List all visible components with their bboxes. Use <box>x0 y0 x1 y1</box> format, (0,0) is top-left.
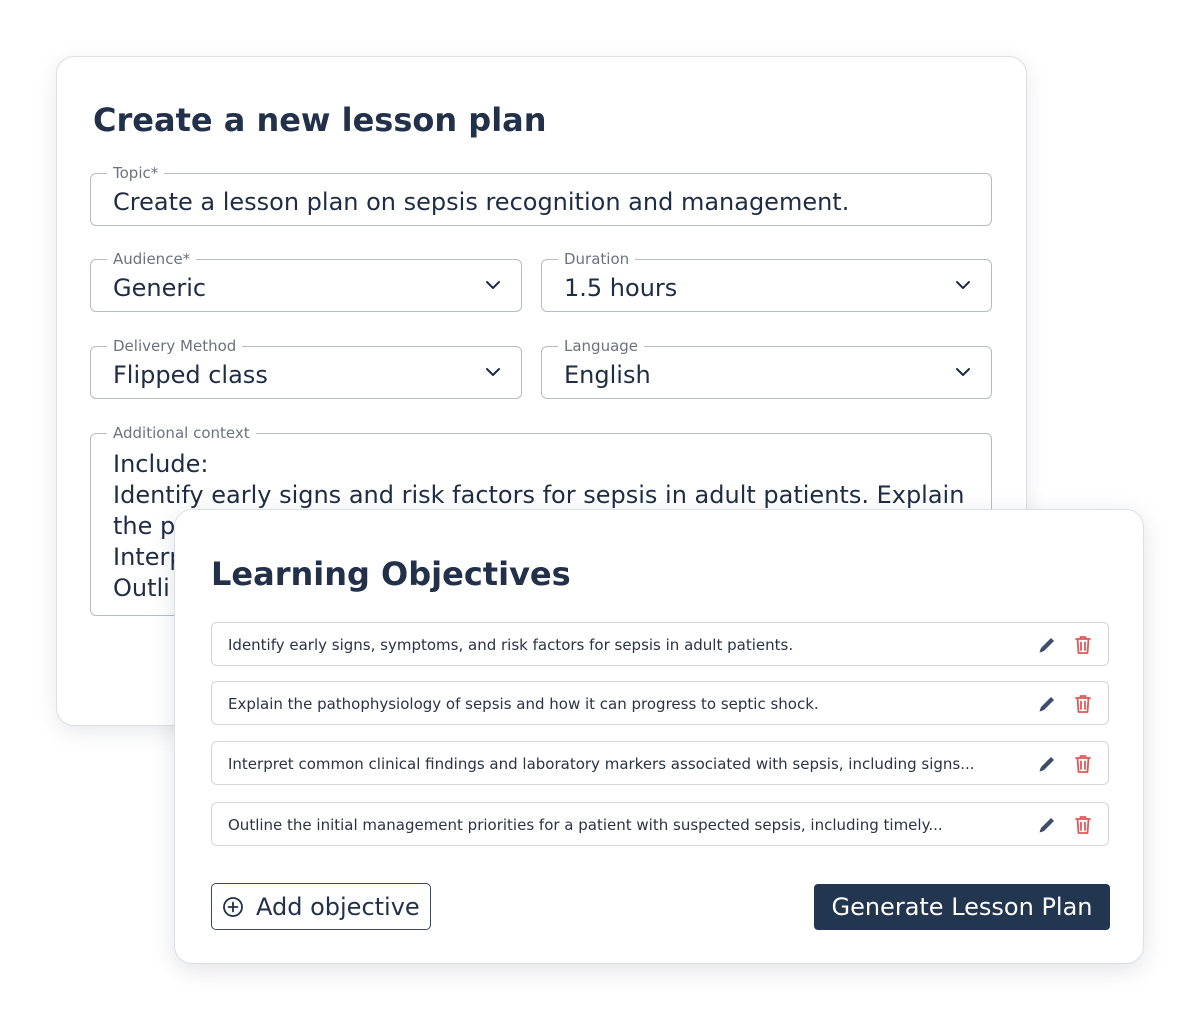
duration-value[interactable]: 1.5 hours <box>564 273 677 303</box>
additional-context-label: Additional context <box>107 424 256 442</box>
pencil-icon[interactable] <box>1036 634 1058 656</box>
generate-lesson-plan-button[interactable]: Generate Lesson Plan <box>814 884 1110 930</box>
trash-icon[interactable] <box>1072 814 1094 836</box>
chevron-down-icon[interactable] <box>955 366 971 378</box>
language-value[interactable]: English <box>564 360 651 390</box>
objectives-title: Learning Objectives <box>211 555 571 593</box>
objective-item: Explain the pathophysiology of sepsis an… <box>211 681 1109 725</box>
duration-label: Duration <box>558 250 636 268</box>
topic-field[interactable]: Topic* Create a lesson plan on sepsis re… <box>90 164 992 226</box>
generate-lesson-plan-label: Generate Lesson Plan <box>831 893 1093 921</box>
chevron-down-icon[interactable] <box>955 279 971 291</box>
trash-icon[interactable] <box>1072 753 1094 775</box>
trash-icon[interactable] <box>1072 634 1094 656</box>
objective-item: Identify early signs, symptoms, and risk… <box>211 622 1109 666</box>
delivery-method-value[interactable]: Flipped class <box>113 360 268 390</box>
audience-select[interactable]: Audience* Generic <box>90 250 522 312</box>
objective-text: Interpret common clinical findings and l… <box>228 755 975 773</box>
objective-text: Identify early signs, symptoms, and risk… <box>228 636 794 654</box>
trash-icon[interactable] <box>1072 693 1094 715</box>
objective-item: Interpret common clinical findings and l… <box>211 741 1109 785</box>
topic-value[interactable]: Create a lesson plan on sepsis recogniti… <box>113 187 849 217</box>
objective-item: Outline the initial management prioritie… <box>211 802 1109 846</box>
delivery-method-label: Delivery Method <box>107 337 243 355</box>
chevron-down-icon[interactable] <box>485 279 501 291</box>
topic-label: Topic* <box>107 164 165 182</box>
learning-objectives-card: Learning Objectives Identify early signs… <box>174 509 1144 964</box>
audience-label: Audience* <box>107 250 197 268</box>
pencil-icon[interactable] <box>1036 753 1058 775</box>
language-label: Language <box>558 337 645 355</box>
objective-text: Outline the initial management prioritie… <box>228 816 943 834</box>
pencil-icon[interactable] <box>1036 693 1058 715</box>
delivery-method-select[interactable]: Delivery Method Flipped class <box>90 337 522 399</box>
plus-circle-icon <box>223 897 243 917</box>
objective-text: Explain the pathophysiology of sepsis an… <box>228 695 819 713</box>
audience-value[interactable]: Generic <box>113 273 206 303</box>
pencil-icon[interactable] <box>1036 814 1058 836</box>
duration-select[interactable]: Duration 1.5 hours <box>541 250 992 312</box>
form-title: Create a new lesson plan <box>93 101 547 139</box>
add-objective-button[interactable]: Add objective <box>211 883 431 930</box>
chevron-down-icon[interactable] <box>485 366 501 378</box>
language-select[interactable]: Language English <box>541 337 992 399</box>
add-objective-label: Add objective <box>256 893 420 921</box>
